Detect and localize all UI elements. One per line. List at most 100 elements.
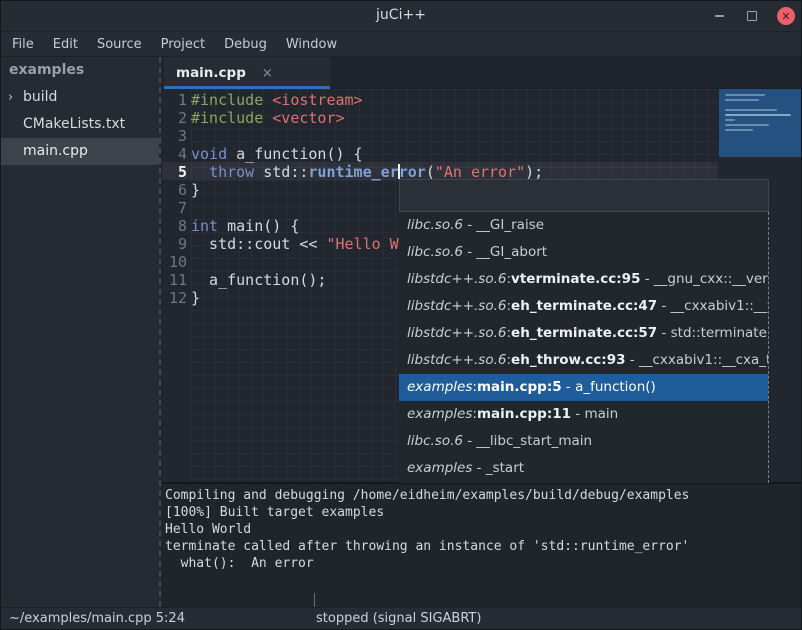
- restore-icon: [747, 11, 757, 21]
- symbol-name: - _start: [472, 460, 524, 476]
- library-name: examples: [407, 379, 472, 395]
- line-number: 4: [162, 145, 187, 163]
- stack-frame[interactable]: examples - _start: [399, 455, 768, 482]
- tree-item-build[interactable]: › build: [1, 84, 159, 111]
- file-location: main.cpp:5: [477, 379, 562, 395]
- chevron-right-icon[interactable]: ›: [8, 84, 13, 111]
- terminal-line: Compiling and debugging /home/eidheim/ex…: [165, 487, 801, 504]
- line-number: 5: [162, 163, 187, 181]
- minimize-icon: [715, 15, 724, 17]
- line-number: 11: [162, 271, 187, 289]
- code-line-1: 1#include <iostream>: [162, 91, 801, 109]
- stack-frame[interactable]: examples:main.cpp:11 - main: [399, 401, 768, 428]
- terminal-line: terminate called after throwing an insta…: [165, 538, 801, 555]
- close-button[interactable]: ✕: [777, 7, 795, 25]
- line-number: 10: [162, 253, 187, 271]
- symbol-name: - __GI_abort: [463, 244, 547, 260]
- tree-item-cmakelists-txt[interactable]: CMakeLists.txt: [1, 111, 159, 138]
- library-name: libc.so.6: [407, 217, 463, 233]
- code-line-4: 4void a_function() {: [162, 145, 801, 163]
- code-line-3: 3: [162, 127, 801, 145]
- library-name: libc.so.6: [407, 244, 463, 260]
- terminal-line: [100%] Built target examples: [165, 504, 801, 521]
- stack-frame-list: libc.so.6 - __GI_raiselibc.so.6 - __GI_a…: [399, 212, 769, 483]
- window-controls: ✕: [711, 1, 795, 31]
- line-number: 8: [162, 217, 187, 235]
- minimap-line: [725, 119, 735, 121]
- tree-item-label: CMakeLists.txt: [23, 116, 125, 132]
- file-location: vterminate.cc:95: [511, 271, 640, 287]
- file-tree-panel: examples › build CMakeLists.txt main.cpp: [1, 57, 159, 607]
- menu-window[interactable]: Window: [286, 37, 337, 52]
- file-location: eh_throw.cc:93: [511, 352, 625, 368]
- minimap-line: [725, 124, 769, 126]
- minimap-line: [725, 94, 765, 96]
- code-text: void a_function() {: [191, 145, 363, 163]
- tab-main-cpp[interactable]: main.cpp ×: [164, 57, 330, 89]
- restore-button[interactable]: [744, 8, 760, 24]
- tab-close-icon[interactable]: ×: [262, 66, 273, 81]
- menu-debug[interactable]: Debug: [224, 37, 267, 52]
- file-location: main.cpp:11: [477, 406, 571, 422]
- symbol-name: - __cxxabiv1::__cxa_throw: [626, 352, 769, 368]
- menu-bar: File Edit Source Project Debug Window: [1, 32, 801, 57]
- menu-file[interactable]: File: [12, 37, 34, 52]
- code-line-2: 2#include <vector>: [162, 109, 801, 127]
- popup-search-entry[interactable]: [399, 179, 769, 212]
- status-file-position: ~/examples/main.cpp 5:24: [9, 611, 185, 626]
- status-bar: ~/examples/main.cpp 5:24 stopped (signal…: [1, 607, 801, 630]
- stack-frame[interactable]: libstdc++.so.6:eh_terminate.cc:47 - __cx…: [399, 293, 768, 320]
- library-name: libc.so.6: [407, 433, 463, 449]
- stack-frame[interactable]: libstdc++.so.6:vterminate.cc:95 - __gnu_…: [399, 266, 768, 293]
- stack-frame[interactable]: examples:main.cpp:5 - a_function(): [399, 374, 768, 401]
- symbol-name: - main: [571, 406, 618, 422]
- library-name: libstdc++.so.6: [407, 298, 506, 314]
- stack-frame[interactable]: libstdc++.so.6:eh_throw.cc:93 - __cxxabi…: [399, 347, 768, 374]
- status-debug-state: stopped (signal SIGABRT): [316, 611, 481, 626]
- symbol-name: - __cxxabiv1::__terminate(void (*)()): [657, 298, 768, 314]
- juci-window: juCi++ ✕ File Edit Source Project Debug Windo…: [0, 0, 802, 630]
- library-name: examples: [407, 406, 472, 422]
- symbol-name: - std::terminate(): [657, 325, 768, 341]
- line-number: 12: [162, 289, 187, 307]
- code-overview-thumbnail: [719, 89, 801, 157]
- file-tree: › build CMakeLists.txt main.cpp: [1, 84, 159, 165]
- minimap-line: [725, 99, 759, 101]
- menu-source[interactable]: Source: [97, 37, 142, 52]
- tree-item-label: build: [23, 89, 57, 105]
- code-text: #include <iostream>: [191, 91, 363, 109]
- terminal-output[interactable]: Compiling and debugging /home/eidheim/ex…: [162, 482, 801, 607]
- title-bar[interactable]: juCi++ ✕: [1, 1, 801, 32]
- terminal-cursor: [314, 593, 315, 607]
- library-name: libstdc++.so.6: [407, 352, 506, 368]
- menu-edit[interactable]: Edit: [53, 37, 78, 52]
- sidebar-resize-handle[interactable]: [159, 57, 161, 607]
- stack-frame[interactable]: libc.so.6 - __libc_start_main: [399, 428, 768, 455]
- minimap-line: [725, 109, 777, 111]
- code-text: #include <vector>: [191, 109, 345, 127]
- symbol-name: - __GI_raise: [463, 217, 544, 233]
- symbol-name: - __libc_start_main: [463, 433, 592, 449]
- library-name: examples: [407, 460, 472, 476]
- stack-trace-popup: libc.so.6 - __GI_raiselibc.so.6 - __GI_a…: [399, 179, 769, 483]
- stack-frame[interactable]: libc.so.6 - __GI_raise: [399, 212, 768, 239]
- symbol-name: - __gnu_cxx::__verbose_terminate_handler…: [640, 271, 768, 287]
- tab-bar: main.cpp ×: [162, 57, 801, 89]
- terminal-line: what(): An error: [165, 555, 801, 572]
- project-name-header: examples: [1, 57, 159, 84]
- line-number: 9: [162, 235, 187, 253]
- menu-project[interactable]: Project: [161, 37, 205, 52]
- code-text: std::cout << "Hello W: [191, 235, 399, 253]
- stack-frame[interactable]: libstdc++.so.6:eh_terminate.cc:57 - std:…: [399, 320, 768, 347]
- line-number: 6: [162, 181, 187, 199]
- library-name: libstdc++.so.6: [407, 325, 506, 341]
- line-number: 1: [162, 91, 187, 109]
- line-number: 7: [162, 199, 187, 217]
- stack-frame[interactable]: libc.so.6 - __GI_abort: [399, 239, 768, 266]
- minimize-button[interactable]: [711, 8, 727, 24]
- code-text: int main() {: [191, 217, 299, 235]
- file-location: eh_terminate.cc:57: [511, 325, 657, 341]
- code-text: a_function();: [191, 271, 326, 289]
- code-text: }: [191, 181, 200, 199]
- tree-item-main-cpp[interactable]: main.cpp: [1, 138, 159, 165]
